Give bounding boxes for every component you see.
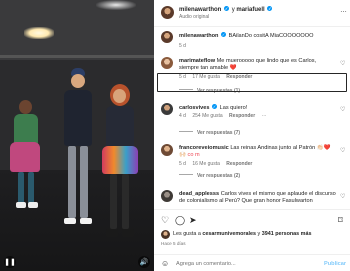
pause-icon: ❚❚ — [4, 259, 16, 266]
bookmark-icon[interactable]: ⌑ — [338, 215, 343, 225]
likes-user[interactable]: cesarmunivemorales — [202, 231, 256, 237]
post-actions: ♡ ◯ ➤ ⌑ Les gusta a cesarmunivemorales y… — [154, 209, 350, 271]
comment-user[interactable]: francoreveiomusic — [179, 145, 229, 151]
dancer-left — [8, 92, 44, 222]
comment-text: marimateflow Me muerooooo que lindo que … — [179, 58, 337, 72]
likes-count[interactable]: 3941 personas más — [262, 231, 312, 237]
comment-meta: 5 d 16 Me gusta Responder — [179, 161, 257, 167]
speaker-icon: 🔊 — [139, 259, 149, 266]
comment-input[interactable] — [176, 258, 316, 269]
avatar[interactable] — [161, 31, 173, 43]
verified-icon: ✓ — [224, 6, 230, 11]
avatar[interactable] — [161, 190, 173, 202]
audio-link[interactable]: Audio original — [179, 14, 209, 20]
wall-stripe — [0, 55, 154, 58]
author-link[interactable]: milenawarthon — [179, 7, 221, 13]
highlighted-comment-outline — [157, 73, 347, 92]
post-header: milenawarthon ✓ y mariafuell ✓ Audio ori… — [154, 0, 350, 27]
like-comment-icon[interactable]: ♡ — [340, 147, 345, 154]
comment-emoji: ❤️ — [229, 65, 237, 71]
like-comment-icon[interactable]: ♡ — [340, 193, 345, 200]
comment-body: Las reinas Andinas junto al Patrón — [230, 145, 316, 151]
publish-button[interactable]: Publicar — [324, 261, 346, 267]
reply-button[interactable]: Responder — [226, 161, 252, 167]
view-replies-label: Ver respuestas (2) — [197, 173, 241, 179]
header-authors: milenawarthon ✓ y mariafuell ✓ — [179, 6, 273, 13]
verified-icon: ✓ — [212, 104, 218, 109]
caption-user[interactable]: milenawarthon — [179, 33, 218, 39]
view-replies-button[interactable]: Ver respuestas (2) — [179, 173, 240, 179]
dancer-middle — [54, 68, 102, 233]
comment-likes[interactable]: 254 Me gusta — [192, 113, 222, 119]
instagram-post-window: ❚❚ 🔊 milenawarthon ✓ y mariafuell ✓ Audi… — [0, 0, 350, 271]
comments-panel: milenawarthon ✓ y mariafuell ✓ Audio ori… — [154, 0, 350, 271]
avatar[interactable] — [161, 230, 170, 239]
comment-text: dead_applesss Carlos vives el mismo que … — [179, 191, 337, 205]
comments-list: milenawarthon ✓ BAilanDo cositA MiaCOOOO… — [154, 27, 350, 209]
comment-time: 5 d — [179, 161, 186, 167]
like-comment-icon[interactable]: ♡ — [340, 60, 345, 67]
pause-button[interactable]: ❚❚ — [4, 256, 16, 268]
likes-summary[interactable]: Les gusta a cesarmunivemorales y 3941 pe… — [173, 231, 311, 237]
avatar[interactable] — [161, 57, 173, 69]
add-comment-bar: ☺ Publicar — [154, 254, 350, 271]
caption-meta: 5 d — [179, 43, 191, 49]
comment-likes[interactable]: 16 Me gusta — [192, 161, 220, 167]
dancer-right — [98, 84, 146, 244]
heart-icon[interactable]: ♡ — [161, 215, 169, 225]
reply-button[interactable]: Responder — [229, 113, 255, 119]
caption-text: milenawarthon ✓ BAilanDo cositA MiaCOOOO… — [179, 32, 337, 40]
like-comment-icon[interactable]: ♡ — [340, 106, 345, 113]
author-conjunction: y — [231, 7, 235, 13]
comment-meta: 4 d 254 Me gusta Responder ··· — [179, 113, 272, 119]
comment-text: francoreveiomusic Las reinas Andinas jun… — [179, 145, 337, 159]
share-icon[interactable]: ➤ — [189, 215, 197, 225]
comment-time: 4 d — [179, 113, 186, 119]
verified-icon: ✓ — [267, 6, 273, 11]
replies-line — [179, 174, 193, 175]
mute-button[interactable]: 🔊 — [138, 256, 150, 268]
coauthor-link[interactable]: mariafuell — [236, 7, 264, 13]
comment-user[interactable]: dead_applesss — [179, 191, 219, 197]
ceiling-lamp — [96, 0, 136, 10]
avatar[interactable] — [161, 103, 173, 115]
caption-time: 5 d — [179, 43, 186, 49]
avatar[interactable] — [161, 144, 173, 156]
likes-middle: y — [257, 231, 261, 237]
post-date: Hace 5 días — [161, 241, 186, 246]
ceiling-lamp — [24, 27, 54, 39]
post-video[interactable]: ❚❚ 🔊 — [0, 0, 154, 271]
comment-body: Las quiero! — [219, 105, 248, 111]
caption-body: BAilanDo cositA MiaCOOOOOOO — [228, 33, 314, 39]
comment-text: carlosvives ✓ Las quiero! — [179, 104, 337, 112]
emoji-icon[interactable]: ☺ — [161, 259, 169, 268]
avatar[interactable] — [161, 6, 174, 19]
view-replies-label: Ver respuestas (7) — [197, 130, 241, 136]
replies-line — [179, 131, 193, 132]
comment-user[interactable]: carlosvives — [179, 105, 209, 111]
more-options-icon[interactable]: … — [340, 7, 347, 14]
comment-user[interactable]: marimateflow — [179, 58, 215, 64]
likes-prefix: Les gusta a — [173, 231, 201, 237]
verified-icon: ✓ — [221, 32, 227, 37]
view-replies-button[interactable]: Ver respuestas (7) — [179, 130, 240, 136]
comment-more-icon[interactable]: ··· — [262, 113, 267, 119]
comment-icon[interactable]: ◯ — [175, 215, 185, 225]
